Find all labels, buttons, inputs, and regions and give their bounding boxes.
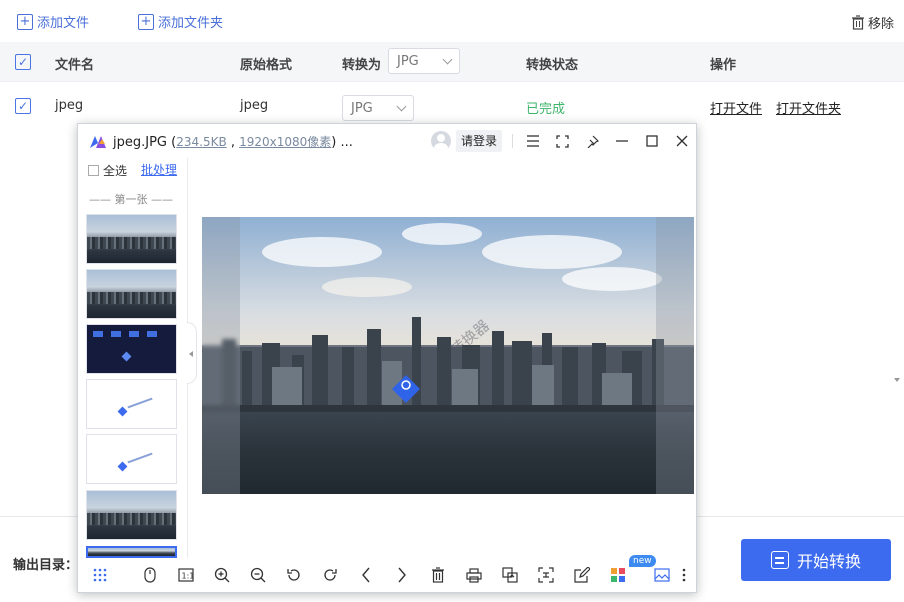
thumbnail-4[interactable] (86, 379, 177, 429)
open-file-link[interactable]: 打开文件 (710, 98, 762, 117)
viewer-titlebar[interactable]: jpeg.JPG (234.5KB , 1920x1080像素) ... 请登录 (78, 124, 696, 158)
mouse-mode-icon[interactable] (140, 565, 160, 585)
toolbar: + 添加文件 + 添加文件夹 移除 (0, 0, 904, 42)
thumbnail-3[interactable] (86, 324, 177, 374)
output-directory-label: 输出目录： (13, 558, 79, 573)
select-all-box (88, 165, 99, 176)
thumbnail-7-selected[interactable] (86, 546, 177, 558)
next-icon[interactable] (392, 565, 412, 585)
minimize-icon[interactable] (613, 132, 631, 150)
viewer-title-suffix: ) ... (331, 135, 353, 150)
start-convert-label: 开始转换 (796, 552, 861, 571)
viewer-logo-icon (90, 136, 106, 148)
rotate-right-icon[interactable] (320, 565, 340, 585)
row-filename: jpeg (55, 98, 84, 113)
thumbnail-group-label: —— 第一张 —— (89, 193, 173, 206)
select-all-toggle[interactable]: 全选 (88, 162, 127, 179)
image-viewer-window: jpeg.JPG (234.5KB , 1920x1080像素) ... 请登录 (77, 123, 697, 593)
more-options-icon[interactable] (674, 565, 694, 585)
header-convert-to: 转换为 (342, 58, 382, 73)
thumbnail-6[interactable] (86, 490, 177, 540)
app-logo-overlay-icon (392, 375, 420, 403)
row-original-format: jpeg (240, 98, 269, 113)
actual-size-icon[interactable]: 1:1 (176, 565, 196, 585)
edit-icon[interactable] (572, 565, 592, 585)
titlebar-divider (512, 134, 513, 148)
add-file-button[interactable]: + 添加文件 (17, 12, 89, 31)
chevron-down-icon (396, 101, 407, 111)
thumbnail-2[interactable] (86, 269, 177, 319)
viewer-file-title: jpeg.JPG (234.5KB , 1920x1080像素) ... (113, 135, 353, 150)
header-filename: 文件名 (55, 58, 95, 73)
header-status: 转换状态 (526, 58, 579, 73)
pin-icon[interactable] (583, 132, 601, 150)
image-blur-left (202, 217, 240, 494)
maximize-icon[interactable] (643, 132, 661, 150)
chevron-down-icon (442, 54, 453, 64)
viewer-resolution: 1920x1080像素 (239, 135, 332, 149)
viewer-toolbar: 1:1 new (78, 555, 696, 592)
convert-icon (770, 551, 789, 569)
batch-process-link[interactable]: 批处理 (141, 161, 177, 178)
row-format-value: JPG (351, 100, 373, 116)
row-status: 已完成 (526, 102, 566, 117)
zoom-in-icon[interactable] (212, 565, 232, 585)
avatar[interactable] (431, 131, 451, 151)
image-blur-right (656, 217, 694, 494)
ocr-scan-icon[interactable] (536, 565, 556, 585)
menu-icon[interactable] (524, 132, 542, 150)
close-icon[interactable] (673, 132, 691, 150)
viewer-file-size: 234.5KB (176, 135, 227, 149)
viewer-file-name: jpeg.JPG (113, 135, 167, 150)
apps-icon[interactable] (608, 565, 628, 585)
login-button[interactable]: 请登录 (456, 130, 503, 152)
row-format-select[interactable]: JPG (342, 95, 414, 121)
batch-format-select[interactable]: JPG (388, 48, 460, 74)
converter-app: + 添加文件 + 添加文件夹 移除 ✓ 文件名 原始格式 转换为 JPG 转换状… (0, 0, 904, 602)
trash-icon (851, 15, 864, 30)
row-checkbox[interactable]: ✓ (15, 98, 31, 114)
header-actions: 操作 (710, 58, 737, 73)
batch-format-value: JPG (397, 53, 419, 69)
add-file-label: 添加文件 (37, 16, 90, 31)
table-header: ✓ 文件名 原始格式 转换为 JPG 转换状态 操作 (0, 42, 904, 82)
remove-button[interactable]: 移除 (851, 13, 894, 32)
svg-text:1:1: 1:1 (182, 572, 195, 581)
delete-icon[interactable] (428, 565, 448, 585)
grid-view-icon[interactable] (90, 565, 110, 585)
scroll-down-arrow[interactable] (894, 378, 900, 382)
previous-icon[interactable] (356, 565, 376, 585)
sidebar-collapse-handle[interactable] (187, 322, 197, 384)
add-file-icon: + (17, 13, 33, 30)
image-skyline (202, 317, 694, 417)
fullscreen-icon[interactable] (553, 132, 571, 150)
print-icon[interactable] (464, 565, 484, 585)
preview-image: 转换器 (202, 217, 694, 494)
add-folder-label: 添加文件夹 (158, 16, 224, 31)
start-convert-button[interactable]: 开始转换 (741, 539, 891, 581)
add-folder-icon: + (138, 13, 154, 30)
open-folder-link[interactable]: 打开文件夹 (776, 98, 841, 117)
select-all-label: 全选 (103, 164, 128, 178)
new-badge: new (629, 555, 656, 567)
thumbnail-5[interactable] (86, 434, 177, 484)
convert-format-icon[interactable] (500, 565, 520, 585)
image-water (202, 412, 694, 494)
remove-label: 移除 (867, 17, 894, 32)
zoom-out-icon[interactable] (248, 565, 268, 585)
add-folder-button[interactable]: + 添加文件夹 (138, 12, 223, 31)
rotate-left-icon[interactable] (284, 565, 304, 585)
thumbnail-1[interactable] (86, 214, 177, 264)
image-tool-icon[interactable] (652, 565, 672, 585)
thumbnail-sidebar: 全选 批处理 —— 第一张 —— (78, 158, 188, 558)
select-all-checkbox[interactable]: ✓ (15, 54, 31, 70)
header-original-format: 原始格式 (240, 58, 293, 73)
